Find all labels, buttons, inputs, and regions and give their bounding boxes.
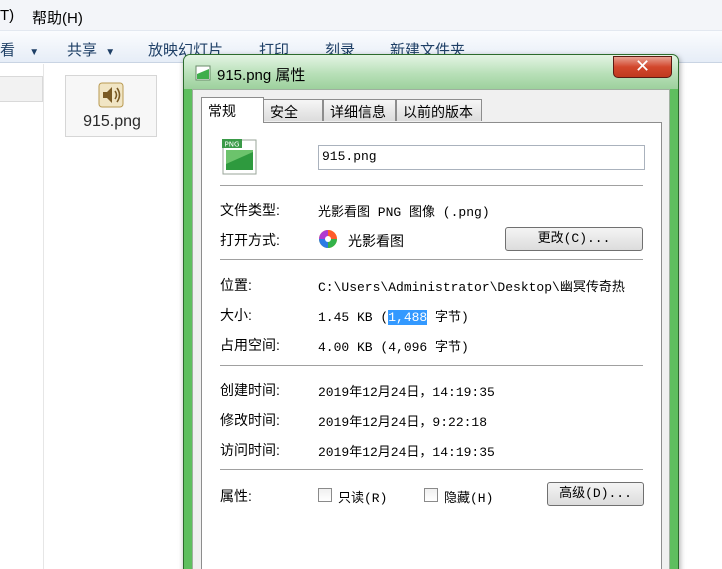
readonly-checkbox[interactable]: [318, 488, 332, 502]
created-value[interactable]: 2019年12月24日，14:19:35: [318, 381, 495, 400]
dialog-client: 常规 安全 详细信息 以前的版本 PNG 915.png 文件类型: 光影看图 …: [192, 89, 670, 569]
speaker-icon: [98, 82, 124, 108]
size-value[interactable]: 1.45 KB (1,488 字节): [318, 306, 469, 325]
open-with-value: 光影看图: [348, 233, 404, 249]
file-item-name: 915.png: [83, 113, 141, 130]
png-file-icon: PNG: [222, 139, 257, 175]
filename-field[interactable]: 915.png: [318, 145, 645, 170]
advanced-button[interactable]: 高级(D)...: [547, 482, 644, 506]
separator: [220, 259, 643, 260]
toolbar-view-button[interactable]: 看 ▼: [0, 39, 39, 60]
hidden-checkbox[interactable]: [424, 488, 438, 502]
size-prefix: 1.45 KB (: [318, 310, 389, 325]
open-with-label: 打开方式:: [220, 232, 280, 248]
tab-security[interactable]: 安全: [263, 99, 323, 121]
nav-selected-item[interactable]: [0, 76, 43, 102]
size-label: 大小:: [220, 307, 252, 323]
size-on-disk-value[interactable]: 4.00 KB (4,096 字节): [318, 336, 469, 355]
app-color-wheel-icon: [319, 230, 337, 248]
file-type-label: 文件类型:: [220, 202, 280, 218]
file-item[interactable]: 915.png: [65, 75, 157, 137]
tab-previous-versions[interactable]: 以前的版本: [396, 99, 482, 121]
created-label: 创建时间:: [220, 382, 280, 398]
menu-help[interactable]: 帮助(H): [32, 7, 83, 28]
hidden-label[interactable]: 隐藏(H): [444, 487, 493, 506]
toolbar-share-label: 共享: [67, 42, 98, 59]
location-value[interactable]: C:\Users\Administrator\Desktop\幽冥传奇热: [318, 276, 644, 295]
change-button[interactable]: 更改(C)...: [505, 227, 643, 251]
size-on-disk-label: 占用空间:: [220, 337, 280, 353]
size-suffix: 字节): [427, 310, 469, 325]
tab-details[interactable]: 详细信息: [323, 99, 396, 121]
menu-bar: T) 帮助(H): [0, 0, 722, 31]
tab-general[interactable]: 常规: [201, 97, 264, 123]
chevron-down-icon: ▼: [29, 47, 40, 58]
close-icon: ✕: [634, 56, 651, 76]
file-type-value: 光影看图 PNG 图像 (.png): [318, 205, 490, 220]
accessed-label: 访问时间:: [220, 442, 280, 458]
attributes-label: 属性:: [220, 488, 252, 504]
menu-tools[interactable]: T): [0, 7, 14, 24]
modified-label: 修改时间:: [220, 412, 280, 428]
size-bytes-selection[interactable]: 1,488: [388, 310, 428, 325]
location-clip: C:\Users\Administrator\Desktop\幽冥传奇热: [318, 276, 644, 295]
navigation-pane[interactable]: [0, 64, 44, 569]
separator: [220, 185, 643, 186]
properties-dialog: 915.png 属性 ✕ 常规 安全 详细信息 以前的版本 PNG 915.pn…: [183, 54, 679, 569]
chevron-down-icon: ▼: [105, 47, 116, 58]
accessed-value[interactable]: 2019年12月24日，14:19:35: [318, 441, 495, 460]
toolbar-view-label: 看: [0, 42, 16, 59]
separator: [220, 469, 643, 470]
location-label: 位置:: [220, 277, 252, 293]
image-file-icon: [195, 65, 211, 81]
general-tab-panel: PNG 915.png 文件类型: 光影看图 PNG 图像 (.png) 打开方…: [201, 122, 662, 569]
separator: [220, 365, 643, 366]
close-button[interactable]: ✕: [613, 56, 672, 78]
dialog-titlebar[interactable]: 915.png 属性 ✕: [184, 55, 678, 89]
dialog-title: 915.png 属性: [217, 67, 306, 84]
modified-value[interactable]: 2019年12月24日，9:22:18: [318, 411, 487, 430]
toolbar-share-button[interactable]: 共享 ▼: [67, 39, 115, 60]
readonly-label[interactable]: 只读(R): [338, 487, 387, 506]
png-badge-text: PNG: [225, 141, 240, 149]
